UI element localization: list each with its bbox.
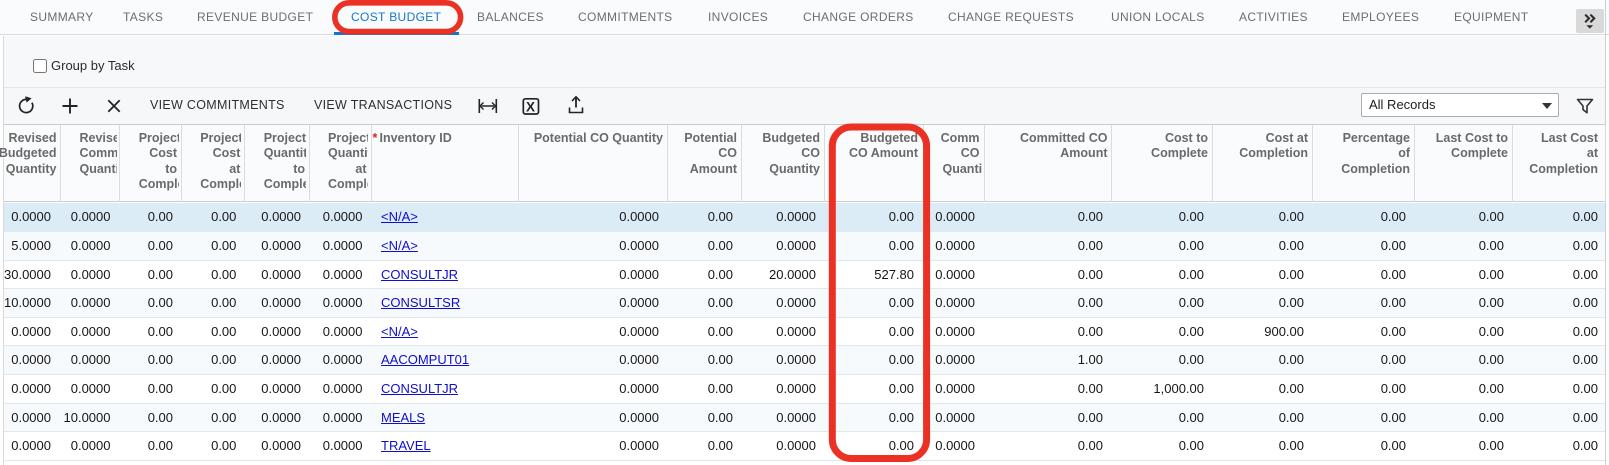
svg-text:X: X — [526, 99, 535, 114]
